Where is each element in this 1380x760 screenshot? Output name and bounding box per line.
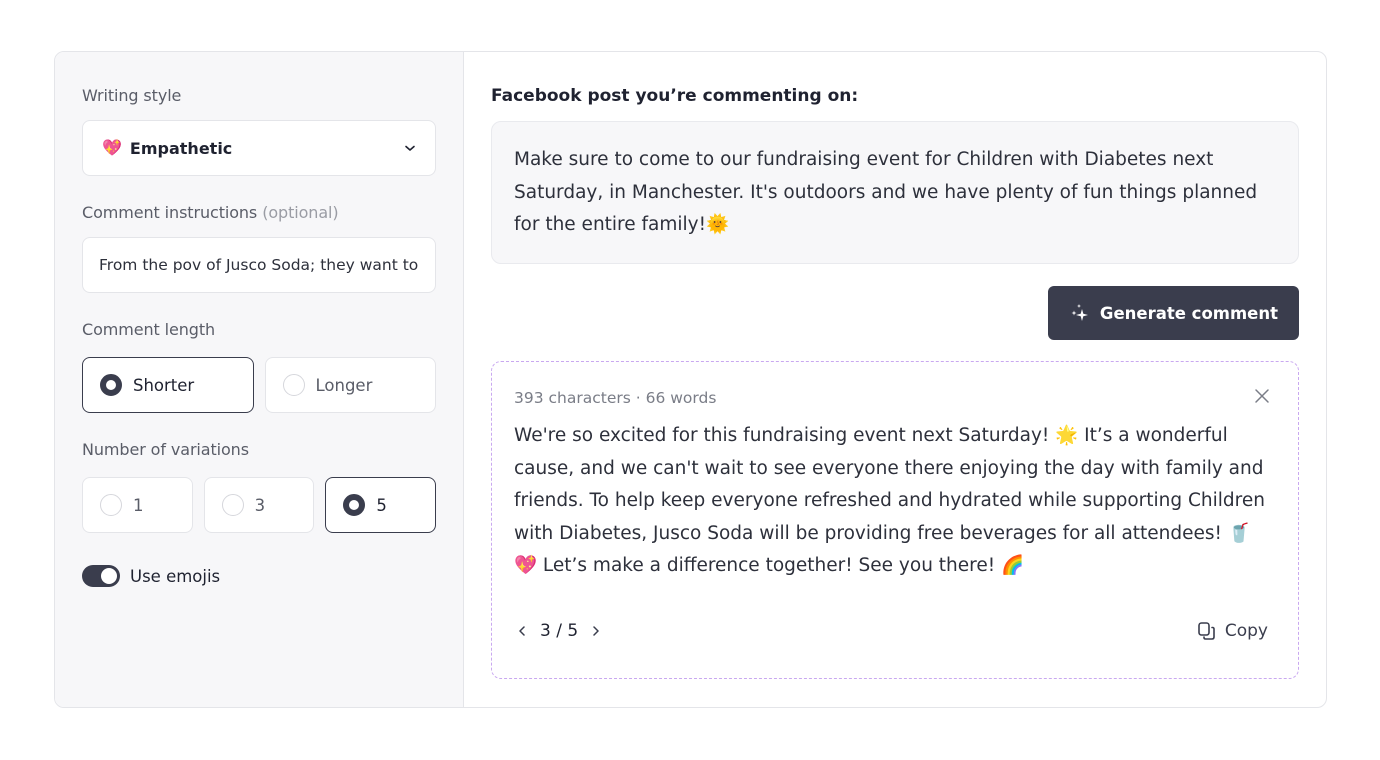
- use-emojis-label: Use emojis: [130, 566, 221, 586]
- length-option-shorter[interactable]: Shorter: [82, 357, 254, 413]
- toggle-knob: [101, 568, 117, 584]
- instructions-field[interactable]: [82, 237, 436, 293]
- instructions-label: Comment instructions (optional): [82, 202, 436, 224]
- variation-option-5[interactable]: 5: [325, 477, 437, 533]
- sparkling-heart-icon: 💖: [102, 138, 122, 157]
- chevron-down-icon: [405, 145, 415, 151]
- generated-comment-card: 393 characters · 66 words We're so excit…: [491, 361, 1299, 679]
- next-variation-button[interactable]: [588, 623, 604, 639]
- variations-section: Number of variations 1 3 5: [82, 439, 437, 533]
- writing-style-label: Writing style: [82, 86, 182, 105]
- sparkles-icon: [1071, 304, 1088, 321]
- instructions-input[interactable]: [99, 256, 419, 274]
- writing-style-section: Writing style 💖 Empathetic: [82, 85, 436, 176]
- close-icon[interactable]: [1254, 388, 1270, 404]
- radio-selected-icon: [343, 494, 366, 516]
- variation-option-label: 3: [254, 495, 266, 515]
- variation-page-indicator: 3 / 5: [540, 621, 579, 641]
- settings-sidebar: Writing style 💖 Empathetic Comment instr…: [55, 52, 464, 707]
- writing-style-select[interactable]: 💖 Empathetic: [82, 120, 436, 176]
- comment-stats: 393 characters · 66 words: [514, 389, 717, 407]
- copy-button[interactable]: Copy: [1196, 620, 1268, 642]
- variation-option-label: 5: [376, 495, 387, 515]
- variation-option-1[interactable]: 1: [82, 477, 193, 533]
- variations-options: 1 3 5: [82, 477, 437, 533]
- generate-comment-button[interactable]: Generate comment: [1047, 286, 1299, 340]
- radio-unselected-icon: [282, 374, 305, 396]
- variation-option-label: 1: [133, 495, 144, 515]
- use-emojis-row: Use emojis: [82, 565, 436, 587]
- chevron-right-icon: [593, 626, 599, 636]
- variation-option-3[interactable]: 3: [203, 477, 315, 533]
- use-emojis-toggle[interactable]: [82, 565, 120, 587]
- main-panel: Facebook post you’re commenting on: Make…: [464, 52, 1326, 707]
- copy-icon: [1198, 622, 1215, 640]
- comment-length-label: Comment length: [82, 320, 216, 339]
- radio-unselected-icon: [100, 494, 122, 516]
- variations-label: Number of variations: [82, 440, 249, 459]
- post-title: Facebook post you’re commenting on:: [491, 86, 859, 106]
- comment-length-section: Comment length Shorter Longer: [82, 319, 436, 413]
- instructions-label-text: Comment instructions: [82, 203, 258, 222]
- generate-row: Generate comment: [491, 286, 1299, 340]
- comment-generator-card: Writing style 💖 Empathetic Comment instr…: [54, 51, 1327, 708]
- length-option-label: Longer: [315, 375, 373, 395]
- optional-hint: (optional): [262, 203, 339, 222]
- generated-comment-text: We're so excited for this fundraising ev…: [514, 425, 1265, 576]
- generate-comment-label: Generate comment: [1099, 303, 1278, 323]
- post-content: Make sure to come to our fundraising eve…: [491, 121, 1299, 264]
- chevron-left-icon: [519, 626, 525, 636]
- instructions-section: Comment instructions (optional): [82, 202, 436, 293]
- variation-pager: 3 / 5: [514, 621, 604, 641]
- comment-length-options: Shorter Longer: [82, 357, 436, 413]
- length-option-longer[interactable]: Longer: [264, 357, 436, 413]
- length-option-label: Shorter: [133, 375, 195, 395]
- result-footer: 3 / 5 Copy: [514, 620, 1268, 642]
- radio-selected-icon: [100, 374, 122, 396]
- writing-style-value: Empathetic: [129, 138, 233, 158]
- radio-unselected-icon: [221, 494, 244, 516]
- copy-label: Copy: [1224, 621, 1268, 641]
- previous-variation-button[interactable]: [514, 623, 530, 639]
